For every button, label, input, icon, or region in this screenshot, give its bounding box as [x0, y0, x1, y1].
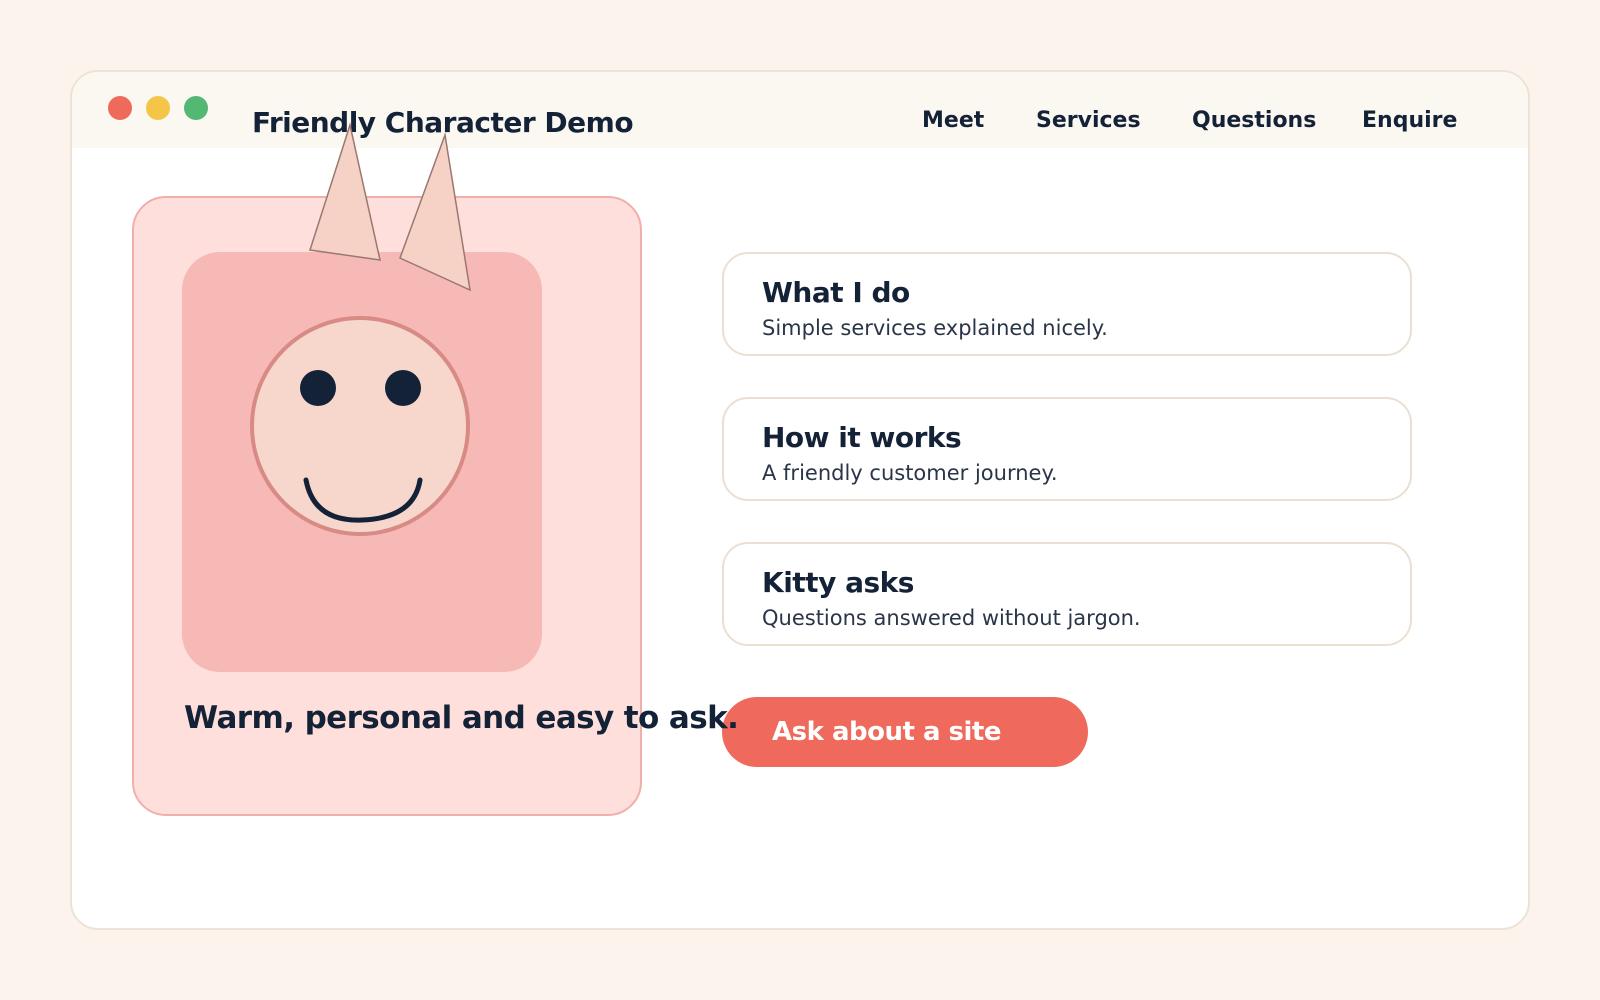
info-card-kitty-asks[interactable]: Kitty asks Questions answered without ja… — [722, 542, 1412, 646]
card-title: What I do — [762, 276, 910, 309]
nav-link-services[interactable]: Services — [1036, 108, 1141, 133]
character-body — [182, 252, 542, 672]
card-subtitle: Questions answered without jargon. — [762, 606, 1141, 630]
character-tagline: Warm, personal and easy to ask. — [184, 700, 739, 736]
nav-link-meet[interactable]: Meet — [922, 108, 984, 133]
card-title: Kitty asks — [762, 566, 914, 599]
info-card-what-i-do[interactable]: What I do Simple services explained nice… — [722, 252, 1412, 356]
card-subtitle: A friendly customer journey. — [762, 461, 1058, 485]
nav-link-questions[interactable]: Questions — [1192, 108, 1316, 133]
ask-about-site-button[interactable]: Ask about a site — [722, 697, 1088, 767]
card-subtitle: Simple services explained nicely. — [762, 316, 1108, 340]
maximize-window-button[interactable] — [184, 96, 208, 120]
nav-link-enquire[interactable]: Enquire — [1362, 108, 1457, 133]
minimize-window-button[interactable] — [146, 96, 170, 120]
card-title: How it works — [762, 421, 962, 454]
title-bar: Friendly Character Demo Meet Services Qu… — [72, 72, 1528, 148]
app-window: Friendly Character Demo Meet Services Qu… — [70, 70, 1530, 930]
info-card-how-it-works[interactable]: How it works A friendly customer journey… — [722, 397, 1412, 501]
close-window-button[interactable] — [108, 96, 132, 120]
app-title: Friendly Character Demo — [252, 106, 634, 139]
